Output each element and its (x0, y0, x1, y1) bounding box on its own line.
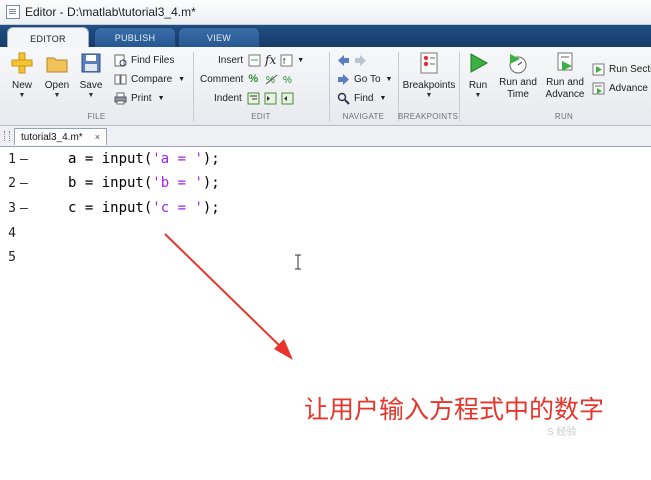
wrap-comments-icon[interactable]: % (282, 73, 295, 86)
title-bar: Editor - D:\matlab\tutorial3_4.m* (0, 0, 651, 25)
go-to-dropdown-arrow-icon: ▼ (385, 75, 393, 83)
printer-icon (114, 92, 127, 105)
comment-percent-icon: % (248, 72, 259, 85)
run-section-button[interactable]: Run Secti (592, 61, 651, 77)
insert-button[interactable]: Insert fx f ▼ (218, 52, 304, 68)
indent-label: Indent (214, 92, 242, 104)
run-section-label: Run Secti (609, 63, 651, 75)
advance-button[interactable]: Advance (592, 80, 648, 96)
indent-button[interactable]: Indent (214, 90, 298, 106)
advance-icon (592, 82, 605, 95)
find-files-label: Find Files (131, 54, 175, 66)
breakpoints-dropdown-arrow-icon: ▼ (425, 92, 433, 99)
go-to-button[interactable]: Go To ▼ (337, 71, 392, 87)
breakpoints-button[interactable]: Breakpoints ▼ (400, 52, 458, 99)
increase-indent-icon[interactable] (264, 92, 277, 105)
new-dropdown-arrow-icon: ▼ (18, 92, 26, 99)
folder-icon (46, 52, 68, 74)
uncomment-icon[interactable]: % (265, 73, 278, 86)
print-label: Print (131, 92, 152, 104)
run-and-advance-icon (554, 52, 576, 74)
run-section-icon (592, 63, 605, 76)
comment-label: Comment (200, 73, 244, 85)
run-and-advance-label-1: Run and (546, 77, 584, 88)
new-plus-icon (11, 52, 33, 74)
save-button[interactable]: Save ▼ (71, 52, 111, 99)
code-editor[interactable]: 1 — a = input('a = '); 2 — b = input('b … (0, 147, 651, 480)
insert-dropdown-arrow-icon[interactable]: ▼ (297, 57, 304, 64)
insert-label: Insert (218, 54, 244, 66)
panel-grip-icon[interactable] (4, 131, 10, 141)
run-and-time-label-2: Time (507, 89, 529, 100)
find-label: Find (354, 92, 374, 104)
run-and-time-label-1: Run and (499, 77, 537, 88)
file-group-label: FILE (87, 112, 106, 121)
save-disk-icon (80, 52, 102, 74)
tab-publish[interactable]: PUBLISH (94, 27, 176, 48)
compare-button[interactable]: Compare ▼ (114, 71, 185, 87)
ribbon-tab-bar: EDITOR PUBLISH VIEW (0, 25, 651, 49)
editor-app-icon (6, 5, 20, 19)
fx-icon[interactable]: fx (265, 53, 276, 67)
breakpoints-icon (418, 52, 440, 74)
run-play-icon (467, 52, 489, 74)
run-dropdown-arrow-icon: ▼ (474, 92, 482, 99)
navigate-group-label: NAVIGATE (342, 112, 385, 121)
run-label: Run (468, 80, 488, 91)
find-dropdown-arrow-icon: ▼ (379, 94, 387, 102)
run-group-label: RUN (554, 112, 574, 121)
compare-dropdown-arrow-icon: ▼ (178, 75, 186, 83)
find-files-icon (114, 54, 127, 67)
compare-icon (114, 73, 127, 86)
compare-label: Compare (131, 73, 173, 85)
annotation-text: 让用户输入方程式中的数字 (304, 395, 605, 424)
open-label: Open (44, 80, 70, 91)
run-and-time-button[interactable]: Run and Time (496, 52, 540, 101)
run-button[interactable]: Run ▼ (460, 52, 496, 99)
go-to-label: Go To (354, 73, 381, 85)
new-label: New (11, 80, 32, 91)
document-tab-bar: tutorial3_4.m* × (0, 126, 651, 147)
close-tab-icon[interactable]: × (95, 132, 100, 142)
search-icon (337, 92, 350, 105)
run-and-advance-label-2: Advance (545, 89, 585, 100)
document-tab-tutorial3-4[interactable]: tutorial3_4.m* × (14, 128, 107, 145)
tab-editor[interactable]: EDITOR (7, 27, 89, 49)
print-dropdown-arrow-icon: ▼ (157, 94, 165, 102)
save-label: Save (79, 80, 103, 91)
smart-indent-icon[interactable] (247, 92, 260, 105)
edit-group-label: EDIT (251, 112, 271, 121)
breakpoints-label: Breakpoints (402, 80, 456, 91)
svg-text:%: % (283, 75, 292, 86)
insert-function-icon[interactable]: f (280, 54, 293, 67)
advance-label: Advance (609, 82, 648, 94)
window-title: Editor - D:\matlab\tutorial3_4.m* (25, 5, 196, 19)
run-and-time-icon (507, 52, 529, 74)
comment-button[interactable]: Comment % % % (200, 71, 299, 87)
go-to-icon (337, 73, 350, 86)
insert-section-icon (248, 54, 261, 67)
breakpoints-group-label: BREAKPOINTS (398, 112, 459, 121)
back-arrow-icon[interactable] (337, 54, 350, 67)
document-tab-label: tutorial3_4.m* (21, 131, 83, 143)
find-button[interactable]: Find ▼ (337, 90, 386, 106)
forward-arrow-icon[interactable] (354, 54, 367, 67)
find-files-button[interactable]: Find Files (114, 52, 174, 68)
new-button[interactable]: New ▼ (2, 52, 42, 99)
ribbon-toolstrip: New ▼ Open ▼ Save ▼ Find Files Compare ▼… (0, 47, 651, 126)
save-dropdown-arrow-icon: ▼ (87, 92, 95, 99)
decrease-indent-icon[interactable] (281, 92, 294, 105)
tab-view[interactable]: VIEW (178, 27, 260, 48)
navigate-back-forward (337, 52, 371, 68)
print-button[interactable]: Print ▼ (114, 90, 165, 106)
run-and-advance-button[interactable]: Run and Advance (542, 52, 588, 101)
